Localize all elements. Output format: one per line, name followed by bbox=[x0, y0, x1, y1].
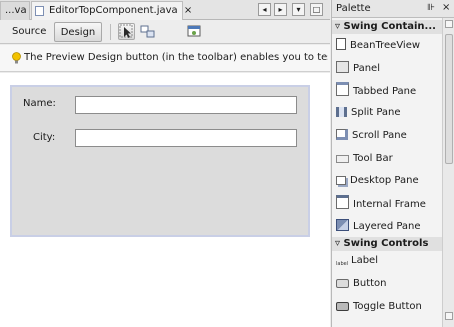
name-label[interactable]: Name: bbox=[23, 98, 56, 109]
scroll-tabs-left-button[interactable]: ◂ bbox=[258, 3, 271, 16]
desktop-pane-icon bbox=[336, 176, 346, 185]
source-button[interactable]: Source bbox=[6, 22, 52, 42]
category-label: Swing Controls bbox=[343, 238, 429, 249]
palette-scrollbar[interactable] bbox=[442, 18, 454, 327]
palette-item-toggle-button[interactable]: Toggle Button bbox=[336, 298, 443, 316]
city-label[interactable]: City: bbox=[33, 132, 55, 143]
preview-design-button[interactable] bbox=[186, 23, 203, 40]
expand-arrow-icon: ▿ bbox=[335, 238, 341, 249]
internal-frame-icon bbox=[336, 195, 349, 209]
lightbulb-icon bbox=[12, 52, 21, 64]
maximize-window-button[interactable]: □ bbox=[310, 3, 323, 16]
form-editor-toolbar: Source Design bbox=[0, 20, 330, 44]
connection-mode-icon bbox=[140, 25, 155, 38]
palette-item-layered-pane[interactable]: Layered Pane bbox=[336, 218, 443, 236]
tab-label: ...va bbox=[5, 5, 27, 16]
bean-tree-view-icon bbox=[336, 38, 346, 50]
editor-tab-bar: ...va EditorTopComponent.java × ◂ ▸ ▾ □ bbox=[0, 0, 330, 20]
palette-item-tabbed-pane[interactable]: Tabbed Pane bbox=[336, 82, 443, 100]
category-label: Swing Contain... bbox=[343, 21, 436, 32]
palette-item-scroll-pane[interactable]: Scroll Pane bbox=[336, 127, 443, 145]
panel-icon bbox=[336, 61, 349, 73]
layered-pane-icon bbox=[336, 219, 349, 231]
city-text-field[interactable] bbox=[75, 129, 297, 147]
palette-item-desktop-pane[interactable]: Desktop Pane bbox=[336, 172, 443, 190]
palette-item-bean-tree-view[interactable]: BeanTreeView bbox=[336, 37, 443, 55]
selection-arrow-icon bbox=[119, 24, 133, 38]
palette-window: Palette ⊪ × ▿ Swing Contain... BeanTreeV… bbox=[331, 0, 454, 327]
tab-editor-top-component[interactable]: EditorTopComponent.java × bbox=[31, 1, 192, 20]
preview-design-icon bbox=[187, 25, 201, 37]
scroll-pane-icon bbox=[336, 129, 348, 140]
palette-category-swing-containers[interactable]: ▿ Swing Contain... bbox=[332, 20, 443, 34]
palette-item-internal-frame[interactable]: Internal Frame bbox=[336, 195, 443, 213]
split-pane-icon bbox=[336, 107, 347, 117]
hint-text: The Preview Design button (in the toolba… bbox=[24, 52, 328, 63]
label-icon: label bbox=[336, 261, 349, 267]
expand-arrow-icon: ▿ bbox=[335, 21, 341, 32]
name-text-field[interactable] bbox=[75, 96, 297, 114]
tabbed-pane-icon bbox=[336, 82, 349, 96]
hint-bar: The Preview Design button (in the toolba… bbox=[0, 45, 330, 72]
selection-mode-button[interactable] bbox=[118, 23, 135, 40]
scroll-up-arrow[interactable] bbox=[445, 20, 453, 28]
tool-bar-icon bbox=[336, 155, 349, 163]
palette-item-label[interactable]: label Label bbox=[336, 252, 443, 270]
palette-header: Palette ⊪ × bbox=[332, 0, 454, 18]
palette-title: Palette bbox=[336, 3, 371, 14]
minimize-window-icon[interactable]: ⊪ bbox=[427, 3, 435, 13]
java-file-icon bbox=[35, 6, 44, 16]
palette-item-split-pane[interactable]: Split Pane bbox=[336, 104, 443, 122]
palette-item-tool-bar[interactable]: Tool Bar bbox=[336, 150, 443, 168]
scroll-down-arrow[interactable] bbox=[445, 312, 453, 320]
button-icon bbox=[336, 279, 349, 288]
form-panel[interactable]: Name: City: bbox=[10, 85, 310, 237]
design-canvas[interactable]: Name: City: bbox=[0, 73, 330, 327]
tab-previous-file[interactable]: ...va bbox=[0, 1, 30, 20]
show-opened-documents-button[interactable]: ▾ bbox=[292, 3, 305, 16]
toolbar-separator bbox=[110, 24, 111, 40]
scroll-tabs-right-button[interactable]: ▸ bbox=[274, 3, 287, 16]
toggle-button-icon bbox=[336, 302, 349, 311]
connection-mode-button[interactable] bbox=[139, 23, 156, 40]
palette-item-button[interactable]: Button bbox=[336, 275, 443, 293]
tab-label: EditorTopComponent.java bbox=[49, 5, 178, 16]
scrollbar-thumb[interactable] bbox=[445, 34, 453, 164]
palette-category-swing-controls[interactable]: ▿ Swing Controls bbox=[332, 237, 443, 251]
design-button[interactable]: Design bbox=[54, 22, 102, 42]
palette-item-panel[interactable]: Panel bbox=[336, 60, 443, 78]
close-window-icon[interactable]: × bbox=[442, 2, 450, 13]
tab-close-icon[interactable]: × bbox=[184, 5, 192, 16]
